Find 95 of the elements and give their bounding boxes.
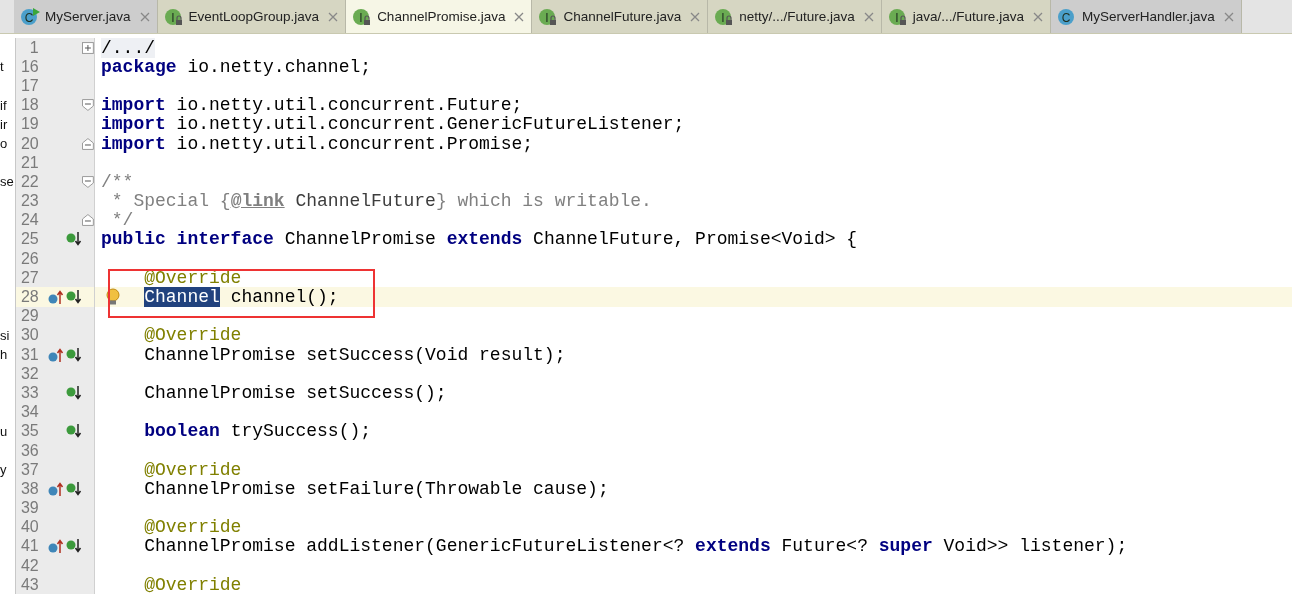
circle-down-arrow-icon[interactable]	[66, 423, 83, 440]
code-line: @Override	[144, 574, 242, 595]
circle-down-arrow-icon[interactable]	[66, 480, 83, 497]
line-number: 16	[19, 57, 39, 76]
line-number: 18	[19, 96, 39, 115]
class-icon: C	[1056, 6, 1077, 27]
line-number: 21	[19, 153, 39, 172]
editor-tab[interactable]: I netty/.../Future.java	[708, 0, 882, 33]
code-line: import io.netty.util.concurrent.GenericFutureListener;	[101, 114, 685, 135]
side-panel-text: se	[0, 174, 14, 190]
circle-down-arrow-icon[interactable]	[66, 346, 83, 363]
code-line: ChannelPromise addListener(GenericFutureListener<? extends Future<? super Void>> listener);	[144, 536, 1128, 557]
circle-down-arrow-icon[interactable]	[66, 538, 83, 555]
line-number: 27	[19, 268, 39, 287]
side-panel-text: h	[0, 347, 8, 363]
line-number: 35	[19, 422, 39, 441]
side-panel-text: y	[0, 462, 7, 478]
collapse-icon[interactable]	[82, 137, 94, 150]
interface-icon: I	[714, 6, 735, 27]
line-number: 24	[19, 211, 39, 230]
line-number: 1	[28, 38, 39, 57]
code-line: @Override	[144, 459, 242, 480]
code-line: @Override	[144, 325, 242, 346]
code-line: */	[110, 210, 134, 231]
side-panel-text: t	[0, 59, 4, 75]
code-line: boolean trySuccess();	[144, 421, 372, 442]
interface-icon: I	[887, 6, 908, 27]
line-number: 43	[19, 575, 39, 594]
class-icon: C	[20, 6, 40, 27]
editor-tab[interactable]: C MyServer.java	[14, 0, 158, 33]
editor-tab[interactable]: I ChannelPromise.java	[346, 0, 533, 33]
circle-down-arrow-icon[interactable]	[66, 231, 83, 248]
line-number: 33	[19, 383, 39, 402]
code-line: @Override	[144, 517, 242, 538]
line-number: 31	[19, 345, 39, 364]
collapse-icon[interactable]	[82, 99, 94, 112]
line-number: 39	[19, 499, 39, 518]
code-line: ChannelPromise setFailure(Throwable cause);	[144, 478, 609, 499]
line-number: 26	[19, 249, 39, 268]
line-number: 20	[19, 134, 39, 153]
interface-icon: I	[163, 6, 184, 27]
circle-down-arrow-icon[interactable]	[66, 289, 83, 306]
line-number: 28	[19, 288, 39, 307]
side-panel-text: if	[0, 97, 7, 113]
line-number: 23	[19, 192, 39, 211]
close-icon[interactable]	[863, 11, 874, 22]
line-number: 25	[19, 230, 39, 249]
editor-tab[interactable]: I ChannelFuture.java	[532, 0, 709, 33]
line-number: 37	[19, 460, 39, 479]
line-number: 38	[19, 479, 39, 498]
side-panel-text: ir	[0, 116, 8, 132]
collapse-icon[interactable]	[82, 175, 94, 188]
close-icon[interactable]	[328, 11, 339, 22]
code-line: import io.netty.util.concurrent.Promise;	[101, 133, 534, 154]
line-number: 17	[19, 76, 39, 95]
line-number: 34	[19, 403, 39, 422]
code-line: Channel channel();	[144, 287, 339, 308]
line-number: 19	[19, 115, 39, 134]
circle-up-arrow-icon[interactable]	[48, 346, 65, 363]
line-number: 40	[19, 518, 39, 537]
close-icon[interactable]	[1223, 11, 1234, 22]
close-icon[interactable]	[514, 11, 525, 22]
code-line: ChannelPromise setSuccess();	[144, 382, 447, 403]
line-number: 30	[19, 326, 39, 345]
interface-icon: I	[538, 6, 559, 27]
side-panel-text: u	[0, 423, 8, 439]
line-number: 29	[19, 307, 39, 326]
expand-icon[interactable]	[82, 41, 94, 54]
side-panel-text: si	[0, 327, 10, 343]
lightbulb-icon[interactable]	[105, 288, 121, 307]
line-number: 41	[19, 537, 39, 556]
editor-tab[interactable]: C MyServerHandler.java	[1050, 0, 1242, 33]
code-line: public interface ChannelPromise extends ChannelFuture, Promise<Void> {	[101, 229, 858, 250]
side-panel-text: o	[0, 136, 8, 152]
code-line: /**	[101, 171, 134, 192]
circle-up-arrow-icon[interactable]	[48, 480, 65, 497]
interface-icon: I	[352, 6, 373, 27]
circle-down-arrow-icon[interactable]	[66, 384, 83, 401]
circle-up-arrow-icon[interactable]	[48, 289, 65, 306]
close-icon[interactable]	[1032, 11, 1043, 22]
collapse-icon[interactable]	[82, 214, 94, 227]
code-line: package io.netty.channel;	[101, 56, 372, 77]
line-number: 32	[19, 364, 39, 383]
code-line: @Override	[144, 267, 242, 288]
circle-up-arrow-icon[interactable]	[48, 538, 65, 555]
line-number: 42	[19, 556, 39, 575]
close-icon[interactable]	[139, 11, 150, 22]
code-line: import io.netty.util.concurrent.Future;	[101, 95, 523, 116]
code-line: ChannelPromise setSuccess(Void result);	[144, 344, 566, 365]
editor-tab[interactable]: I EventLoopGroup.java	[157, 0, 347, 33]
line-number: 22	[19, 172, 39, 191]
editor-tab[interactable]: I java/.../Future.java	[881, 0, 1051, 33]
close-icon[interactable]	[690, 11, 701, 22]
code-line: * Special {@link ChannelFuture} which is writable.	[110, 191, 652, 212]
line-number: 36	[19, 441, 39, 460]
